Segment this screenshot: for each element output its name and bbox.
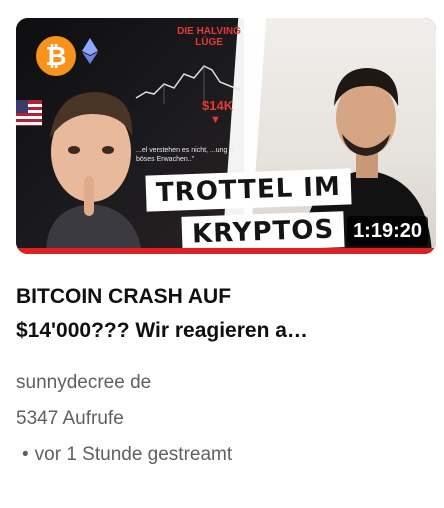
video-title-line2[interactable]: $14'000??? Wir reagieren a… <box>16 314 426 348</box>
video-card[interactable]: ₿ DIE HALVING LÜGE $14K ▼ ...el verstehe… <box>0 0 444 508</box>
channel-name[interactable]: sunnydecree de <box>16 372 151 394</box>
halving-text: DIE HALVING LÜGE <box>177 26 241 48</box>
thumbnail-person-left <box>46 92 142 254</box>
duration-badge: 1:19:20 <box>347 216 428 246</box>
bitcoin-logo-icon: ₿ <box>36 36 76 76</box>
video-title-line1[interactable]: BITCOIN CRASH AUF <box>16 280 426 314</box>
video-thumbnail[interactable]: ₿ DIE HALVING LÜGE $14K ▼ ...el verstehe… <box>16 18 436 254</box>
stream-status: • vor 1 Stunde gestreamt <box>22 444 232 466</box>
view-count: 5347 Aufrufe <box>16 408 124 429</box>
bullet-separator: • <box>22 444 29 465</box>
stream-status-text: vor 1 Stunde gestreamt <box>34 444 233 465</box>
thumbnail-banner-line2: KRYPTOS <box>181 211 345 253</box>
ethereum-logo-icon <box>82 38 98 64</box>
down-arrow-icon: ▼ <box>210 114 221 126</box>
price-badge: $14K <box>202 98 234 113</box>
watch-progress-bar <box>16 248 436 254</box>
thumbnail-banner-line1: TROTTEL IM <box>145 168 352 212</box>
video-title[interactable]: BITCOIN CRASH AUF $14'000??? Wir reagier… <box>16 280 426 348</box>
